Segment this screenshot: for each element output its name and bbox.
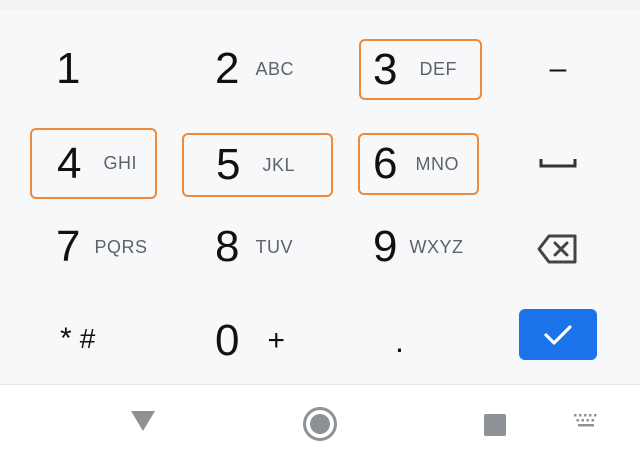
minus-label: – <box>549 52 567 85</box>
dot-label: . <box>395 323 404 359</box>
key-digit: 3 <box>373 44 398 94</box>
space-bar-icon <box>538 156 578 168</box>
checkmark-icon <box>543 323 573 347</box>
key-8[interactable]: 8 TUV <box>186 218 336 276</box>
key-letters: JKL <box>262 154 296 175</box>
key-digit: 5 <box>216 140 241 189</box>
key-0[interactable]: 0 + <box>186 312 336 370</box>
key-letters: WXYZ <box>409 236 464 257</box>
key-4[interactable]: 4 GHI <box>30 128 157 199</box>
key-digit: 9 <box>373 222 398 271</box>
key-letters: DEF <box>419 59 457 79</box>
backspace-key[interactable] <box>520 220 596 278</box>
hash-label: # <box>79 323 96 354</box>
numeric-keypad: 1 2 ABC 3 DEF – 4 GHI 5 JKL 6 MNO 7 PQRS… <box>0 0 640 384</box>
key-letters: GHI <box>103 153 137 173</box>
key-letters: ABC <box>255 58 294 79</box>
nav-back-icon[interactable] <box>130 409 156 433</box>
key-digit: 7 <box>56 222 81 271</box>
nav-home-icon[interactable] <box>302 406 338 442</box>
key-digit: 1 <box>56 44 81 93</box>
plus-label: + <box>267 324 286 357</box>
key-digit: 4 <box>57 138 82 188</box>
key-digit: 8 <box>215 222 240 271</box>
key-6[interactable]: 6 MNO <box>358 133 479 195</box>
backspace-icon <box>537 233 579 265</box>
key-1[interactable]: 1 <box>30 40 157 98</box>
key-star-hash[interactable]: * # <box>30 310 180 368</box>
key-9[interactable]: 9 WXYZ <box>359 218 499 276</box>
system-navigation-bar <box>0 384 640 460</box>
key-3[interactable]: 3 DEF <box>359 39 482 100</box>
key-5[interactable]: 5 JKL <box>182 133 333 197</box>
key-digit: 6 <box>373 139 398 188</box>
star-label: * <box>60 322 72 355</box>
key-letters: TUV <box>255 236 293 257</box>
minus-key[interactable]: – <box>520 40 596 98</box>
key-dot[interactable]: . <box>359 312 439 370</box>
keypad-top-strip <box>0 0 640 10</box>
key-digit: 2 <box>215 44 240 93</box>
space-key[interactable] <box>520 133 596 191</box>
keyboard-switch-icon[interactable] <box>572 412 600 430</box>
key-digit: 0 <box>215 316 240 365</box>
key-letters: MNO <box>415 153 459 174</box>
key-7[interactable]: 7 PQRS <box>30 218 180 276</box>
key-letters: PQRS <box>94 236 148 257</box>
confirm-button[interactable] <box>519 309 597 360</box>
nav-recents-icon[interactable] <box>483 413 507 437</box>
key-2[interactable]: 2 ABC <box>186 40 336 98</box>
